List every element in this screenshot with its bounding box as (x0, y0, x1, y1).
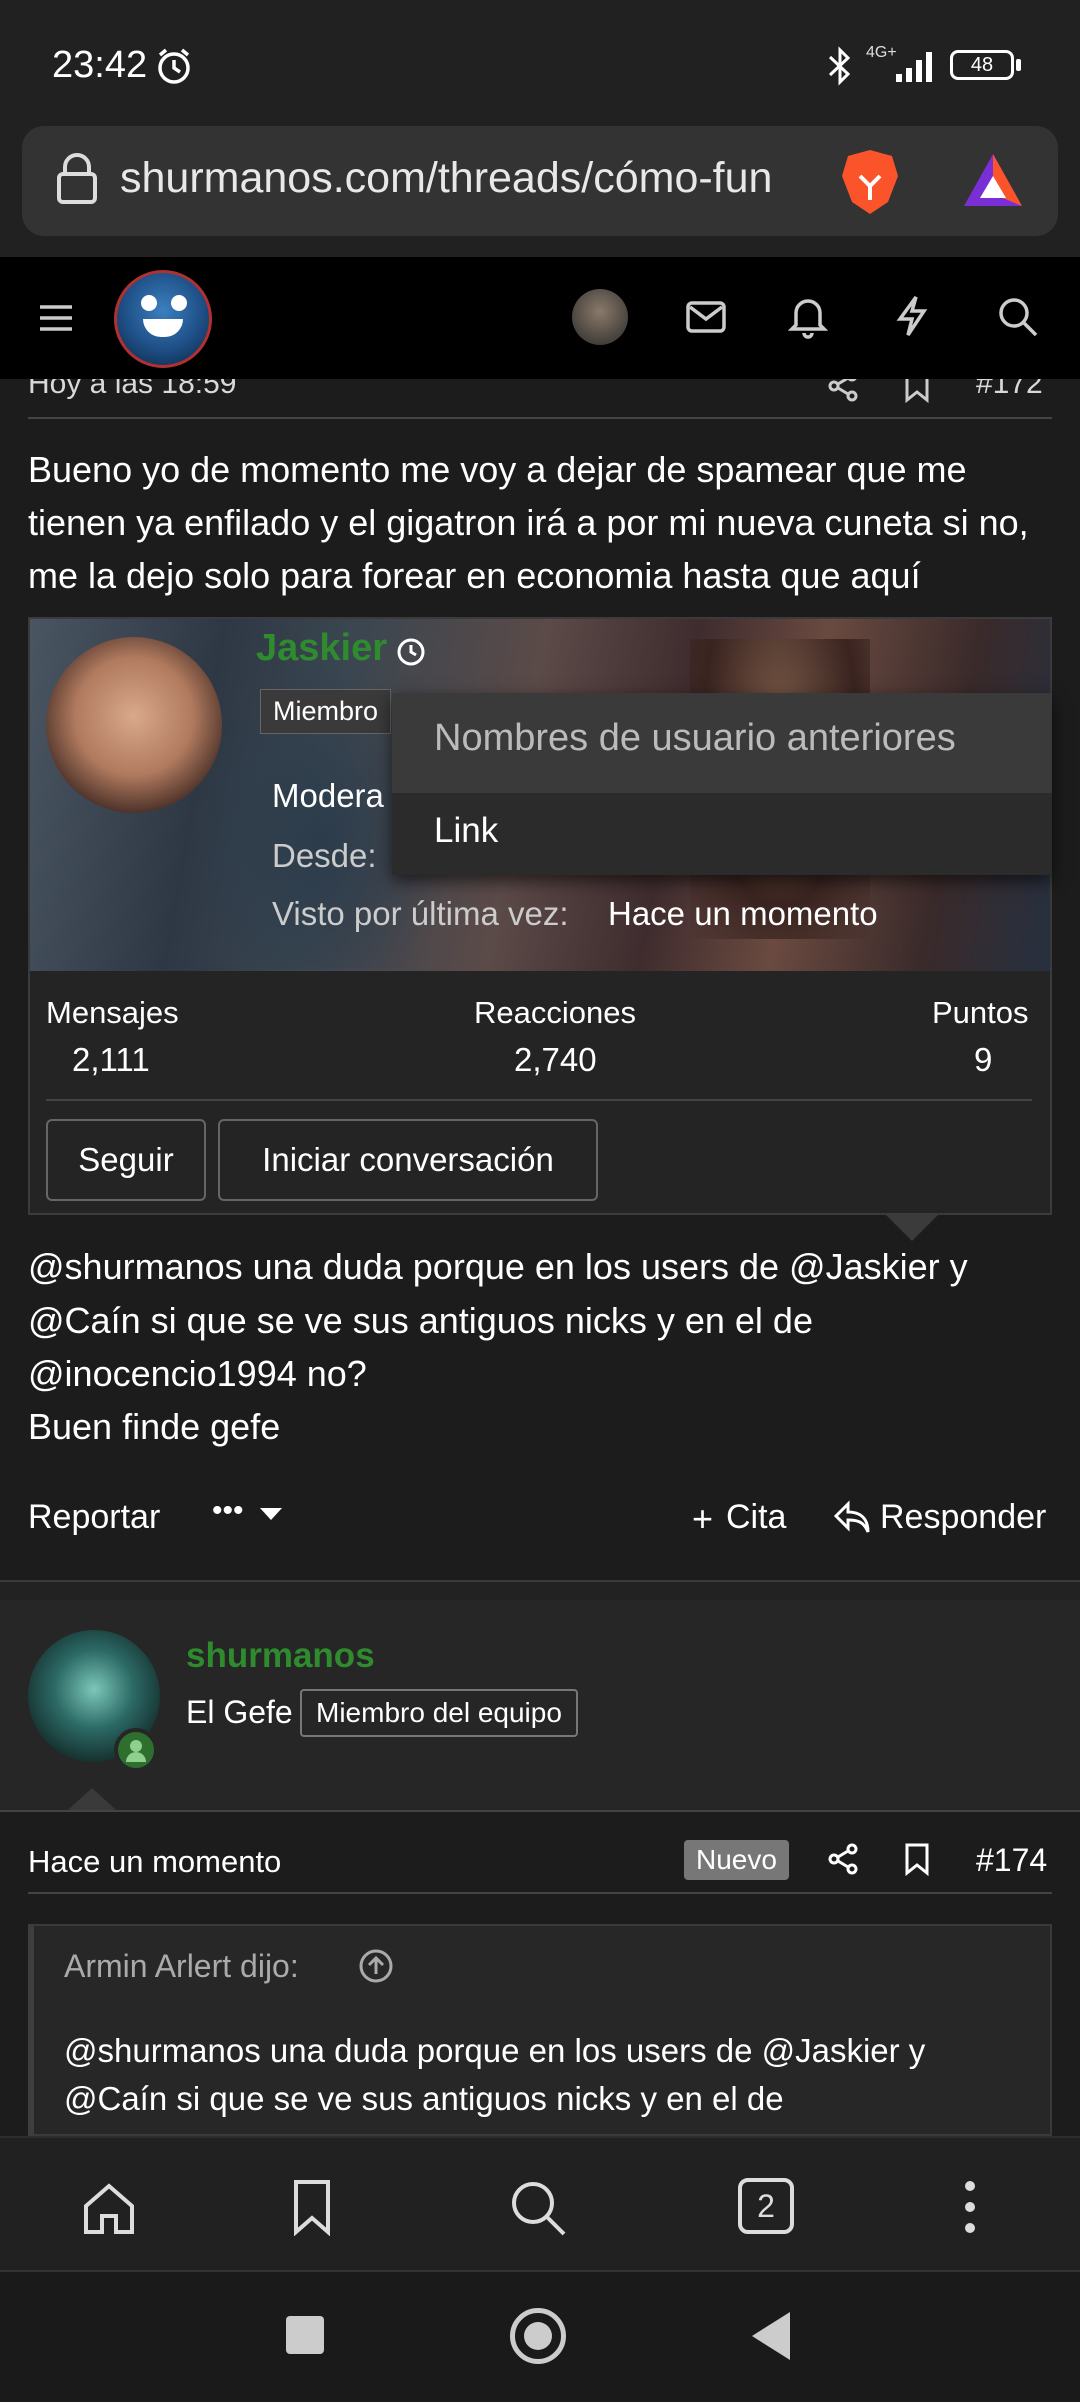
kebab-menu-icon[interactable] (962, 2178, 978, 2236)
search-icon[interactable] (508, 2178, 568, 2238)
plus-icon[interactable]: + (692, 1498, 713, 1540)
url-text[interactable]: shurmanos.com/threads/cómo-fun (120, 154, 820, 203)
profile-avatar[interactable] (46, 637, 222, 813)
quote-block: Armin Arlert dijo: @shurmanos una duda p… (28, 1924, 1052, 2136)
meta-divider-new (28, 1892, 1052, 1894)
post-line-4: Buen finde gefe (28, 1406, 281, 1447)
browser-bottom-bar: 2 (0, 2136, 1080, 2272)
logo-mouth (143, 319, 183, 337)
lock-icon[interactable] (54, 152, 100, 206)
author-role-badge: Miembro del equipo (300, 1689, 578, 1737)
chevron-down-icon[interactable] (260, 1508, 282, 1520)
menu-item-link[interactable]: Link (434, 811, 498, 851)
arrow-up-circle-icon[interactable] (358, 1948, 394, 1984)
battery-icon: 48 (950, 50, 1014, 80)
post-line-3: @inocencio1994 no? (28, 1353, 367, 1394)
quote-line-2: @Caín si que se ve sus antiguos nicks y … (64, 2080, 784, 2117)
stat-label-points[interactable]: Puntos (932, 995, 1029, 1031)
new-badge: Nuevo (684, 1840, 789, 1880)
profile-last-seen-value: Hace un momento (608, 895, 878, 932)
meta-divider (28, 417, 1052, 419)
report-link[interactable]: Reportar (28, 1498, 160, 1537)
signal-icon (866, 46, 938, 86)
bookmarks-icon[interactable] (290, 2178, 334, 2236)
post-line-1: @shurmanos una duda porque en los users … (28, 1246, 968, 1287)
profile-role-badge: Miembro (260, 689, 392, 734)
home-button-dot (524, 2322, 552, 2350)
quote-author[interactable]: Armin Arlert dijo: (64, 1948, 299, 1985)
profile-since-label: Desde: (272, 837, 377, 874)
hamburger-menu-icon[interactable] (36, 301, 76, 335)
status-bar: 23:42 4G+ 48 (0, 0, 1080, 125)
follow-button[interactable]: Seguir (46, 1119, 206, 1201)
mail-icon[interactable] (684, 297, 728, 337)
author-title: El Gefe (186, 1694, 293, 1730)
home-button[interactable] (510, 2308, 566, 2364)
history-icon[interactable] (394, 635, 428, 669)
stat-value-points: 9 (974, 1041, 993, 1078)
stat-label-messages[interactable]: Mensajes (46, 995, 179, 1031)
post-text: Bueno yo de momento me voy a dejar de sp… (28, 449, 1029, 596)
post-gap (0, 1582, 1080, 1600)
menu-header: Nombres de usuario anteriores (434, 717, 956, 759)
previous-usernames-menu: Nombres de usuario anteriores Link (392, 693, 1052, 875)
online-status-icon (114, 1728, 158, 1772)
post-line-2: @Caín si que se ve sus antiguos nicks y … (28, 1300, 813, 1341)
stat-value-reactions: 2,740 (514, 1041, 597, 1078)
author-name[interactable]: shurmanos (186, 1636, 375, 1676)
start-conversation-button[interactable]: Iniciar conversación (218, 1119, 598, 1201)
bookmark-icon[interactable] (902, 379, 932, 403)
post-number-new[interactable]: #174 (976, 1842, 1047, 1879)
profile-username[interactable]: Jaskier (256, 627, 387, 670)
clock: 23:42 (52, 44, 148, 86)
author-divider (0, 1810, 1080, 1812)
more-actions-icon[interactable]: ••• (212, 1494, 244, 1528)
brave-rewards-icon[interactable] (960, 150, 1026, 210)
post-number[interactable]: #172 (976, 379, 1043, 401)
stats-divider (46, 1099, 1032, 1101)
tabs-count-button[interactable]: 2 (738, 2178, 794, 2234)
profile-role-title: Modera (272, 777, 384, 814)
system-navigation-bar (0, 2270, 1080, 2402)
recents-button[interactable] (286, 2316, 324, 2354)
logo-eye-right (171, 295, 187, 311)
card-pointer (886, 1215, 938, 1241)
stat-value-messages: 2,111 (72, 1041, 150, 1078)
battery-level: 48 (970, 54, 994, 76)
bell-icon[interactable] (788, 293, 828, 339)
author-pointer (68, 1788, 116, 1810)
quote-line-1: @shurmanos una duda porque en los users … (64, 2032, 926, 2069)
battery-tip (1016, 59, 1021, 71)
post-timestamp[interactable]: Hoy a las 18:59 (28, 379, 236, 401)
search-icon[interactable] (996, 295, 1040, 339)
alarm-icon (154, 46, 194, 86)
bookmark-icon[interactable] (902, 1842, 932, 1876)
share-icon[interactable] (826, 379, 860, 403)
stat-label-reactions[interactable]: Reacciones (474, 995, 636, 1031)
back-button[interactable] (752, 2312, 790, 2360)
reply-link[interactable]: Responder (880, 1498, 1046, 1537)
bluetooth-icon (826, 46, 854, 86)
forum-navbar (0, 257, 1080, 379)
post-timestamp-new[interactable]: Hace un momento (28, 1844, 281, 1880)
user-avatar[interactable] (572, 289, 628, 345)
share-icon[interactable] (826, 1842, 860, 1876)
reply-icon[interactable] (832, 1500, 872, 1536)
profile-last-seen-label: Visto por última vez: (272, 895, 569, 932)
home-icon[interactable] (80, 2180, 138, 2236)
logo-eye-left (141, 295, 157, 311)
site-logo[interactable] (114, 270, 212, 368)
brave-shield-icon[interactable] (838, 146, 902, 218)
lightning-icon[interactable] (894, 293, 930, 339)
quote-link[interactable]: Cita (726, 1498, 786, 1537)
